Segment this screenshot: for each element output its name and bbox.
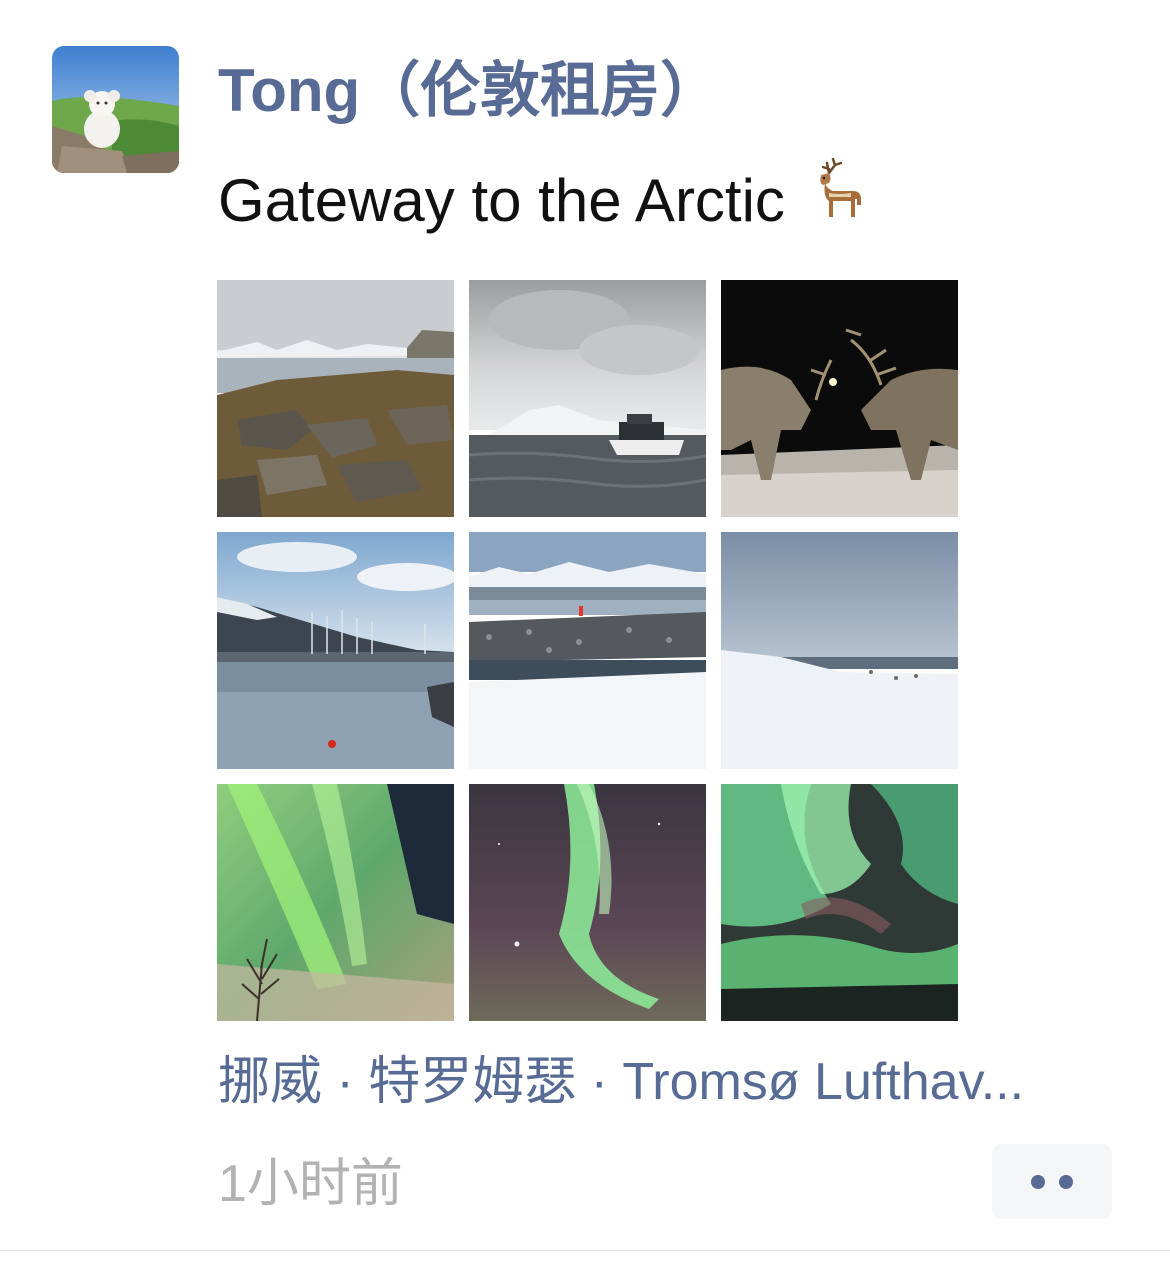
more-actions-button[interactable]: [992, 1144, 1112, 1219]
location-link[interactable]: 挪威 · 特罗姆瑟 · Tromsø Lufthav...: [218, 1050, 1024, 1114]
photo-9[interactable]: [721, 784, 958, 1021]
photo-3[interactable]: [721, 280, 958, 517]
deer-icon: [799, 157, 869, 243]
divider: [0, 1250, 1170, 1251]
boat-storm-photo: [469, 280, 706, 517]
snowy-shore-photo: [469, 532, 706, 769]
avatar[interactable]: [52, 46, 179, 173]
photo-7[interactable]: [217, 784, 454, 1021]
coastline-rocks-photo: [217, 280, 454, 517]
author-name[interactable]: Tong（伦敦租房）: [218, 55, 720, 127]
aurora-tree-photo: [217, 784, 454, 1021]
harbor-mountains-photo: [217, 532, 454, 769]
photo-4[interactable]: [217, 532, 454, 769]
aurora-arc-photo: [469, 784, 706, 1021]
reindeer-photo: [721, 280, 958, 517]
more-dot-icon: [1031, 1174, 1045, 1189]
photo-6[interactable]: [721, 532, 958, 769]
aurora-sky-photo: [721, 784, 958, 1021]
photo-grid: [217, 280, 958, 1021]
post-text: Gateway to the Arctic: [218, 157, 869, 243]
snow-field-photo: [721, 532, 958, 769]
photo-8[interactable]: [469, 784, 706, 1021]
photo-1[interactable]: [217, 280, 454, 517]
photo-2[interactable]: [469, 280, 706, 517]
post-timestamp: 1小时前: [218, 1155, 403, 1213]
more-dot-icon: [1059, 1174, 1073, 1189]
post-text-body: Gateway to the Arctic: [218, 167, 785, 234]
photo-5[interactable]: [469, 532, 706, 769]
